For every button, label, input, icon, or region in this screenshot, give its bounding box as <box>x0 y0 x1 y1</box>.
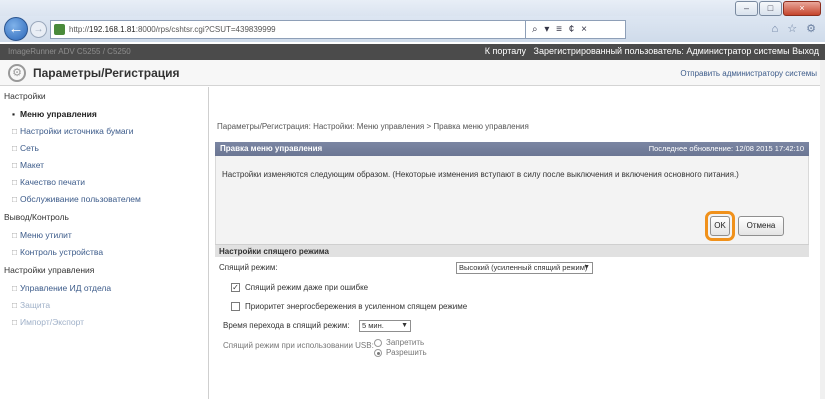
sidebar-item-import-export[interactable]: □ Импорт/Экспорт <box>12 317 84 327</box>
back-button[interactable]: ← <box>4 17 28 41</box>
ok-button[interactable]: OK <box>710 216 730 236</box>
sidebar-item-network[interactable]: □ Сеть <box>12 143 39 153</box>
sidebar-item-security[interactable]: □ Защита <box>12 300 50 310</box>
section-header: Настройки спящего режима <box>215 244 809 257</box>
chevron-down-icon: ▼ <box>583 264 590 271</box>
panel-title: Правка меню управления <box>220 144 323 153</box>
browser-toolbar-icons[interactable]: ⌂ ☆ ⚙ <box>772 22 819 35</box>
last-updated: Последнее обновление: 12/08 2015 17:42:1… <box>648 144 804 153</box>
sidebar-section-output: Вывод/Контроль <box>4 212 69 222</box>
sidebar-item-layout[interactable]: □ Макет <box>12 160 44 170</box>
sidebar-section-settings: Настройки <box>4 91 46 101</box>
url-field[interactable]: http://192.168.1.81:8000/rps/cshtsr.cgi?… <box>50 20 526 39</box>
sidebar-item-department-id[interactable]: □ Управление ИД отдела <box>12 283 111 293</box>
sleep-on-error-checkbox[interactable]: ✓ <box>231 283 240 292</box>
sidebar-item-device-control[interactable]: □ Контроль устройства <box>12 247 103 257</box>
transition-time-select[interactable]: 5 мин. ▼ <box>359 320 411 332</box>
breadcrumb: Параметры/Регистрация: Настройки: Меню у… <box>217 122 529 131</box>
ui-header: ImageRunner ADV C5255 / C5250 К порталу … <box>0 44 825 60</box>
sleep-on-error-label: Спящий режим даже при ошибке <box>245 283 369 292</box>
address-tools[interactable]: ⌕ ▾ ≡ ¢ × <box>526 20 626 39</box>
usb-allow-radio[interactable] <box>374 349 382 357</box>
sidebar-item-print-quality[interactable]: □ Качество печати <box>12 177 85 187</box>
sidebar: Настройки ▪ Меню управления □ Настройки ис… <box>0 87 209 399</box>
transition-time-label: Время перехода в спящий режим: <box>223 321 350 330</box>
energy-priority-label: Приоритет энергосбережения в усиленном с… <box>245 302 468 311</box>
browser-addressbar: ← → http://192.168.1.81:8000/rps/cshtsr.… <box>0 16 825 42</box>
usb-allow-label: Разрешить <box>386 348 427 357</box>
logout-link[interactable]: Выход <box>792 46 819 56</box>
logged-user: Зарегистрированный пользователь: Админис… <box>533 46 790 56</box>
page-title: Параметры/Регистрация <box>33 66 180 80</box>
cancel-button[interactable]: Отмена <box>738 216 784 236</box>
panel-body: Настройки изменяются следующим образом. … <box>215 156 809 248</box>
sidebar-item-utility-menu[interactable]: □ Меню утилит <box>12 230 72 240</box>
maximize-button[interactable]: □ <box>759 1 782 16</box>
sidebar-item-management-menu[interactable]: ▪ Меню управления <box>12 109 97 119</box>
send-admin-link[interactable]: Отправить администратору системы <box>680 69 817 78</box>
sidebar-section-management: Настройки управления <box>4 265 95 275</box>
usb-sleep-label: Спящий режим при использовании USB: <box>223 341 374 350</box>
sidebar-item-paper-source[interactable]: □ Настройки источника бумаги <box>12 126 134 136</box>
sidebar-item-user-maintenance[interactable]: □ Обслуживание пользователем <box>12 194 141 204</box>
window-controls: – □ × <box>735 1 821 16</box>
scrollbar[interactable] <box>820 60 825 399</box>
panel-header: Правка меню управления Последнее обновле… <box>215 142 809 156</box>
sleep-mode-label: Спящий режим: <box>219 263 278 272</box>
chevron-down-icon: ▼ <box>401 322 408 329</box>
url-text: http://192.168.1.81:8000/rps/cshtsr.cgi?… <box>69 25 276 34</box>
page-header: ⚙ Параметры/Регистрация Отправить админи… <box>0 60 825 86</box>
gear-icon: ⚙ <box>8 64 26 82</box>
header-links: К порталу Зарегистрированный пользовател… <box>485 46 819 56</box>
minimize-button[interactable]: – <box>735 1 758 16</box>
device-model: ImageRunner ADV C5255 / C5250 <box>8 47 131 56</box>
info-message: Настройки изменяются следующим образом. … <box>222 170 739 179</box>
close-window-button[interactable]: × <box>783 1 821 16</box>
usb-forbid-label: Запретить <box>386 338 425 347</box>
section-title: Настройки спящего режима <box>219 247 329 256</box>
page-icon <box>54 24 65 35</box>
usb-forbid-radio[interactable] <box>374 339 382 347</box>
portal-link[interactable]: К порталу <box>485 46 526 56</box>
forward-button[interactable]: → <box>30 21 47 38</box>
energy-priority-checkbox[interactable] <box>231 302 240 311</box>
sleep-mode-select[interactable]: Высокий (усиленный спящий режим) ▼ <box>456 262 593 274</box>
main-content: Параметры/Регистрация: Настройки: Меню у… <box>215 87 825 399</box>
